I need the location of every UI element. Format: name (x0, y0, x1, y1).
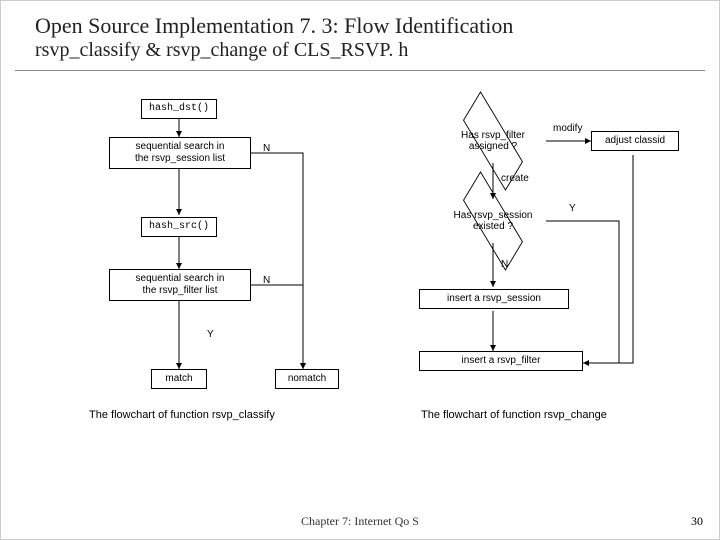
label-create: create (501, 173, 529, 184)
diagram-canvas: hash_dst() sequential search in the rsvp… (1, 71, 720, 491)
label-modify: modify (553, 123, 582, 134)
box-nomatch: nomatch (275, 369, 339, 389)
diamond-filter-assigned: Has rsvp_filter assigned ? (438, 119, 548, 163)
title-line-1: Open Source Implementation 7. 3: Flow Id… (35, 13, 685, 39)
label-session-n: N (501, 259, 508, 270)
caption-left: The flowchart of function rsvp_classify (89, 409, 275, 421)
box-adjust-classid: adjust classid (591, 131, 679, 151)
search-filter-line1: sequential search in (114, 273, 246, 285)
diamond-session-existed: Has rsvp_session existed ? (438, 199, 548, 243)
label-session-y: Y (569, 203, 576, 214)
footer-chapter: Chapter 7: Internet Qo S (1, 514, 719, 529)
label-filter-n: N (263, 275, 270, 286)
label-session-n: N (263, 143, 270, 154)
page-number: 30 (691, 514, 703, 529)
box-hash-dst: hash_dst() (141, 99, 217, 119)
box-hash-src: hash_src() (141, 217, 217, 237)
slide-title: Open Source Implementation 7. 3: Flow Id… (15, 1, 705, 71)
search-filter-line2: the rsvp_filter list (114, 285, 246, 297)
box-search-session: sequential search in the rsvp_session li… (109, 137, 251, 169)
title-line-2: rsvp_classify & rsvp_change of CLS_RSVP.… (35, 39, 685, 62)
box-insert-filter: insert a rsvp_filter (419, 351, 583, 371)
box-search-filter: sequential search in the rsvp_filter lis… (109, 269, 251, 301)
box-match: match (151, 369, 207, 389)
box-insert-session: insert a rsvp_session (419, 289, 569, 309)
search-session-line1: sequential search in (114, 141, 246, 153)
caption-right: The flowchart of function rsvp_change (421, 409, 607, 421)
label-left-y: Y (207, 329, 214, 340)
search-session-line2: the rsvp_session list (114, 153, 246, 165)
